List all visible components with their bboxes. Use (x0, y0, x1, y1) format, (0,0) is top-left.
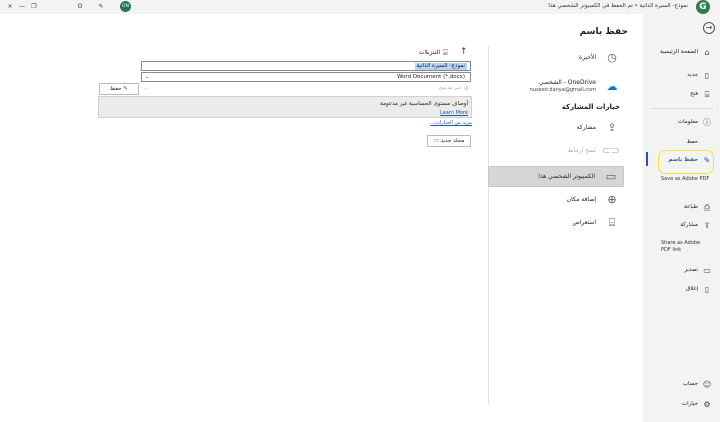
lightbulb-icon[interactable]: ʘ (74, 2, 86, 12)
chevron-down-icon: ⌄ (145, 74, 150, 80)
computer-icon: ▭ (605, 170, 617, 183)
nav-print[interactable]: ⎙ طباعة (643, 201, 720, 215)
back-arrow-icon[interactable]: → (703, 22, 715, 34)
sensitivity-select: ⌄ ⊘ غير مدعوم (141, 84, 471, 94)
nav-divider (651, 108, 713, 109)
location-recent-label: الأخيرة (578, 54, 596, 61)
nav-export[interactable]: ▭ تصدير (643, 264, 720, 278)
location-browse-label: استعراض (572, 219, 596, 226)
nav-info[interactable]: ⓘ معلومات (643, 116, 720, 130)
open-folder-icon: ⌸ (704, 90, 710, 99)
more-options-link[interactable]: مزيد من الخيارات... (400, 120, 472, 126)
share-icon: ⇪ (703, 221, 711, 230)
nav-home[interactable]: ⌂ الصفحة الرئيسية (643, 46, 720, 60)
nav-close-label: إغلاق (686, 286, 698, 292)
location-onedrive[interactable]: ☁ OneDrive - الشخصي nuseeir.danya@gmail.… (488, 76, 624, 98)
sharing-options-label: خيارات المشاركة (561, 103, 620, 111)
title-bar: × — ❐ ʘ ✎ ON نموذج- السيرة الذاتية • تم … (0, 0, 720, 14)
close-icon: ▯ (704, 285, 710, 294)
new-folder-icon: ▭ (433, 138, 441, 144)
location-recent[interactable]: ◷ الأخيرة (488, 48, 624, 68)
options-icon: ⚙ (703, 400, 711, 409)
save-icon: ✎ (121, 86, 128, 92)
nav-info-label: معلومات (677, 119, 698, 125)
page-title: حفظ باسم (579, 27, 628, 37)
new-document-icon: ▯ (704, 71, 710, 80)
sensitivity-warning: أوصاف مستوى الحساسية غير مدعومة Learn Mo… (98, 96, 472, 118)
save-label: حفظ (110, 86, 122, 92)
nav-new[interactable]: ▯ جديد (643, 69, 720, 83)
sharing-options-header: خيارات المشاركة (488, 102, 624, 114)
location-copy-link: ⊂⊃ نسخ ارتباط (488, 142, 624, 160)
app-logo-icon: G (696, 0, 710, 14)
sensitivity-value: غير مدعوم (438, 85, 461, 91)
new-folder-label: مجلد جديد (440, 138, 465, 144)
nav-print-label: طباعة (684, 204, 698, 210)
learn-more-link[interactable]: Learn More (440, 110, 468, 116)
account-icon: ☺ (702, 380, 712, 389)
nav-options-label: خيارات (681, 401, 698, 407)
nav-share-adobe-link[interactable]: Share as Adobe PDF link (661, 240, 711, 254)
up-folder-icon[interactable]: ↑ (460, 47, 468, 57)
save-button[interactable]: ✎ حفظ (99, 83, 139, 95)
highlight-ring (658, 150, 714, 174)
nav-active-marker (646, 152, 648, 166)
current-path[interactable]: التنزيلات (380, 49, 440, 56)
nav-save[interactable]: حفظ (643, 136, 720, 150)
nav-save-label: حفظ (686, 139, 698, 145)
document-title: نموذج- السيرة الذاتية • تم الحفظ في الكم… (548, 3, 688, 9)
print-icon: ⎙ (703, 203, 711, 212)
location-add-place[interactable]: ⊕ إضافة مكان (488, 191, 624, 209)
export-icon: ▭ (703, 266, 711, 275)
location-share[interactable]: ⇪ مشاركة (488, 119, 624, 137)
nav-account[interactable]: ☺ حساب (643, 378, 720, 392)
nav-save-adobe-pdf[interactable]: Save as Adobe PDF (661, 176, 711, 183)
globe-icon: ⊕ (607, 193, 617, 206)
warning-text: أوصاف مستوى الحساسية غير مدعومة (380, 101, 468, 107)
location-share-label: مشاركة (576, 124, 596, 131)
minimize-icon[interactable]: — (16, 2, 28, 12)
clock-icon: ◷ (607, 51, 617, 64)
nav-options[interactable]: ⚙ خيارات (643, 398, 720, 412)
backstage-nav: → ⌂ الصفحة الرئيسية ▯ جديد ⌸ فتح ⓘ معلوم… (643, 14, 720, 422)
filetype-select[interactable]: ⌄ Word Document (*.docx) (141, 72, 471, 82)
info-icon: ⓘ (703, 118, 711, 127)
nav-share-label: مشاركة (680, 222, 698, 228)
chevron-down-icon: ⌄ (144, 85, 149, 91)
link-icon: ⊂⊃ (601, 144, 620, 157)
location-copy-link-label: نسخ ارتباط (567, 147, 596, 154)
nav-home-label: الصفحة الرئيسية (660, 49, 698, 55)
filetype-value: Word Document (*.docx) (396, 74, 465, 80)
location-add-place-label: إضافة مكان (566, 196, 596, 203)
nav-account-label: حساب (682, 381, 698, 387)
close-window-icon[interactable]: × (4, 2, 16, 12)
nav-export-label: تصدير (684, 267, 698, 273)
nav-open[interactable]: ⌸ فتح (643, 88, 720, 102)
pen-icon[interactable]: ✎ (95, 2, 107, 12)
folder-icon: ⌸ (443, 48, 448, 57)
restore-icon[interactable]: ❐ (28, 2, 40, 12)
home-icon: ⌂ (704, 48, 710, 57)
location-this-pc-label: الكمبيوتر الشخصي هذا (538, 173, 595, 180)
nav-close[interactable]: ▯ إغلاق (643, 283, 720, 297)
nav-open-label: فتح (690, 91, 698, 97)
filename-input[interactable]: نموذج- السيرة الذاتية (141, 61, 471, 71)
onedrive-title: OneDrive - الشخصي (538, 79, 596, 86)
new-folder-button[interactable]: مجلد جديد ▭ (427, 135, 471, 147)
nav-new-label: جديد (687, 72, 698, 78)
share-icon: ⇪ (607, 121, 617, 134)
sensitivity-icon: ⊘ (463, 85, 469, 92)
cloud-icon: ☁ (606, 80, 618, 93)
location-browse[interactable]: ⌸ استعراض (488, 214, 624, 232)
filename-value: نموذج- السيرة الذاتية (414, 63, 467, 70)
folder-icon: ⌸ (608, 216, 616, 229)
onedrive-email: nuseeir.danya@gmail.com (529, 87, 596, 93)
nav-share[interactable]: ⇪ مشاركة (643, 219, 720, 233)
avatar[interactable]: ON (120, 1, 131, 12)
location-this-pc[interactable]: ▭ الكمبيوتر الشخصي هذا (488, 166, 624, 187)
